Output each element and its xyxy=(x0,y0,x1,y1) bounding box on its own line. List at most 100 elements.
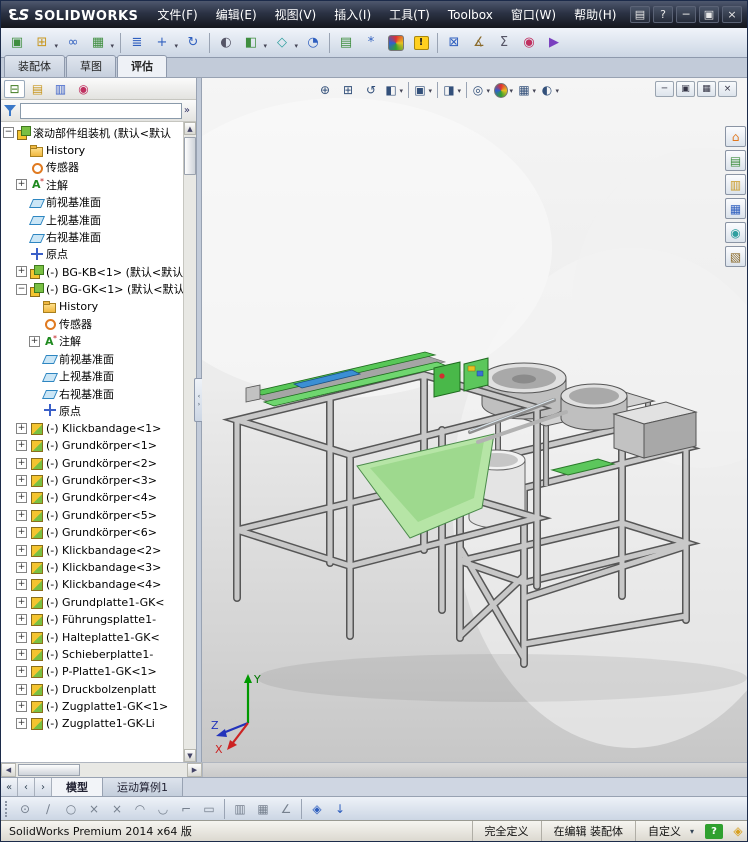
doc-restore-button[interactable]: ▣ xyxy=(676,81,695,97)
tree-item[interactable]: 传感器 xyxy=(1,159,183,176)
move-component-button[interactable]: + xyxy=(150,31,180,55)
tree-expand-toggle[interactable]: + xyxy=(16,492,27,504)
tree-item[interactable]: History xyxy=(1,298,183,315)
trim-entities-button[interactable]: × xyxy=(83,799,105,819)
tree-item[interactable]: 上视基准面 xyxy=(1,211,183,228)
zoom-area-button[interactable]: ⊞ xyxy=(337,80,359,100)
tree-item[interactable]: + (-) Klickbandage<1> xyxy=(1,420,183,437)
tree-expand-toggle[interactable] xyxy=(16,214,27,225)
scroll-down-button[interactable]: ▼ xyxy=(184,749,196,762)
warning-indicator[interactable]: ! xyxy=(409,31,433,55)
tree-expand-toggle[interactable]: − xyxy=(3,127,14,139)
tree-expand-toggle[interactable]: + xyxy=(16,544,27,556)
tree-item[interactable]: − (-) BG-GK<1> (默认<默认 xyxy=(1,281,183,298)
tree-expand-toggle[interactable]: + xyxy=(16,457,27,469)
exploded-view-button[interactable]: * xyxy=(359,31,383,55)
tree-expand-toggle[interactable]: + xyxy=(16,579,27,591)
filter-input[interactable] xyxy=(20,102,182,119)
tree-horizontal-scrollbar[interactable]: ◀ ▶ xyxy=(1,763,202,777)
mirror-entities-button[interactable]: ▥ xyxy=(229,799,251,819)
tree-expand-toggle[interactable]: + xyxy=(16,683,27,695)
tree-item[interactable]: + (-) Grundkörper<2> xyxy=(1,454,183,471)
view-settings-button[interactable]: ◐ xyxy=(539,80,561,100)
tree-item[interactable]: + (-) Führungsplatte1- xyxy=(1,611,183,628)
custom-properties-tab[interactable]: ▧ xyxy=(725,246,746,267)
tree-item[interactable]: + (-) Zugplatte1-GK<1> xyxy=(1,698,183,715)
smart-fasteners-button[interactable]: ≣ xyxy=(125,31,149,55)
bill-of-materials-button[interactable]: ▤ xyxy=(334,31,358,55)
tree-expand-toggle[interactable]: + xyxy=(16,561,27,573)
assembly-features-button[interactable]: ◧ xyxy=(239,31,269,55)
edit-appearance-button[interactable] xyxy=(493,80,515,100)
interference-detection-button[interactable]: ⊠ xyxy=(442,31,466,55)
menu-item[interactable]: 帮助(H) xyxy=(565,1,625,28)
smart-dimension-button[interactable]: ∠ xyxy=(275,799,297,819)
tab-scroll-first-button[interactable]: « xyxy=(1,778,18,796)
point-button[interactable]: ⊙ xyxy=(14,799,36,819)
tree-expand-toggle[interactable]: + xyxy=(16,666,27,678)
tree-expand-toggle[interactable]: + xyxy=(16,475,27,486)
tree-expand-toggle[interactable]: + xyxy=(16,614,27,626)
tree-item[interactable]: 原点 xyxy=(1,246,183,263)
tree-item[interactable]: 前视基准面 xyxy=(1,194,183,211)
graphics-area[interactable]: ⊕ ⊞ ↺ ◧ ▣ ◨ ◎ ▦ ◐ ─ ▣ ▦ × ⌂ ▤ ▥ ▦ ◉ ▧ Y Z X xyxy=(202,78,747,762)
tree-item[interactable]: + (-) Grundkörper<6> xyxy=(1,524,183,541)
solidworks-resources-tab[interactable]: ⌂ xyxy=(725,126,746,147)
menu-item[interactable]: 插入(I) xyxy=(325,1,380,28)
tree-expand-toggle[interactable] xyxy=(29,301,40,312)
isometric-view-button[interactable]: ◈ xyxy=(306,799,328,819)
tree-expand-toggle[interactable]: + xyxy=(16,440,27,452)
new-motion-study-button[interactable]: ◔ xyxy=(301,31,325,55)
document-tab[interactable]: 运动算例1 xyxy=(103,778,183,796)
menu-item[interactable]: 视图(V) xyxy=(266,1,326,28)
command-tab[interactable]: 草图 xyxy=(66,55,116,77)
tree-vertical-scrollbar[interactable]: ▲ ▼ xyxy=(183,122,196,762)
reference-geometry-button[interactable]: ◇ xyxy=(270,31,300,55)
menu-item[interactable]: 文件(F) xyxy=(148,1,206,28)
scroll-left-button[interactable]: ◀ xyxy=(1,763,16,777)
tree-expand-toggle[interactable] xyxy=(16,249,27,260)
scroll-track[interactable] xyxy=(16,763,187,777)
tree-expand-toggle[interactable] xyxy=(16,162,27,173)
mate-button[interactable]: ∞ xyxy=(61,31,85,55)
scroll-right-button[interactable]: ▶ xyxy=(187,763,202,777)
file-explorer-tab[interactable]: ▥ xyxy=(725,174,746,195)
tree-expand-toggle[interactable] xyxy=(29,353,40,364)
tree-item[interactable]: + (-) BG-KB<1> (默认<默认 xyxy=(1,263,183,280)
scroll-track[interactable] xyxy=(184,135,196,749)
tree-expand-toggle[interactable]: + xyxy=(16,179,27,191)
help-button[interactable]: ? xyxy=(653,6,673,23)
scroll-thumb[interactable] xyxy=(18,764,80,776)
command-tab[interactable]: 评估 xyxy=(117,55,167,77)
view-palette-tab[interactable]: ▦ xyxy=(725,198,746,219)
tree-item[interactable]: + (-) Grundkörper<5> xyxy=(1,507,183,524)
close-button[interactable]: × xyxy=(722,6,742,23)
view-orientation-button[interactable]: ▣ xyxy=(412,80,434,100)
tree-item[interactable]: + (-) Klickbandage<2> xyxy=(1,541,183,558)
scroll-thumb[interactable] xyxy=(184,137,196,175)
corner-button[interactable]: ⌐ xyxy=(175,799,197,819)
tree-item[interactable]: + (-) Druckbolzenplatt xyxy=(1,681,183,698)
tree-item[interactable]: 传感器 xyxy=(1,315,183,332)
tree-item[interactable]: + (-) Zugplatte1-GK-Li xyxy=(1,715,183,732)
display-style-button[interactable]: ◨ xyxy=(441,80,463,100)
tree-expand-toggle[interactable]: + xyxy=(16,422,27,434)
tree-expand-toggle[interactable]: + xyxy=(16,648,27,660)
tree-item[interactable]: + (-) Grundkörper<3> xyxy=(1,472,183,489)
doc-minimize-button[interactable]: ─ xyxy=(655,81,674,97)
line-button[interactable]: ∕ xyxy=(37,799,59,819)
configurationmanager-tab[interactable]: ▥ xyxy=(50,80,71,98)
doc-new-window-button[interactable]: ▦ xyxy=(697,81,716,97)
tree-expand-toggle[interactable] xyxy=(29,371,40,382)
tree-expand-toggle[interactable]: + xyxy=(16,509,27,521)
rotate-component-button[interactable]: ↻ xyxy=(181,31,205,55)
tree-item[interactable]: 上视基准面 xyxy=(1,367,183,384)
tree-item[interactable]: + (-) Schieberplatte1- xyxy=(1,646,183,663)
minimize-button[interactable]: ─ xyxy=(676,6,696,23)
tree-item[interactable]: + (-) Halteplatte1-GK< xyxy=(1,628,183,645)
tab-scroll-next-button[interactable]: › xyxy=(35,778,52,796)
apply-scene-button[interactable]: ▦ xyxy=(516,80,538,100)
status-cell[interactable]: 自定义 xyxy=(635,821,699,841)
tree-expand-toggle[interactable] xyxy=(29,318,40,329)
tree-item[interactable]: + (-) Grundkörper<1> xyxy=(1,437,183,454)
